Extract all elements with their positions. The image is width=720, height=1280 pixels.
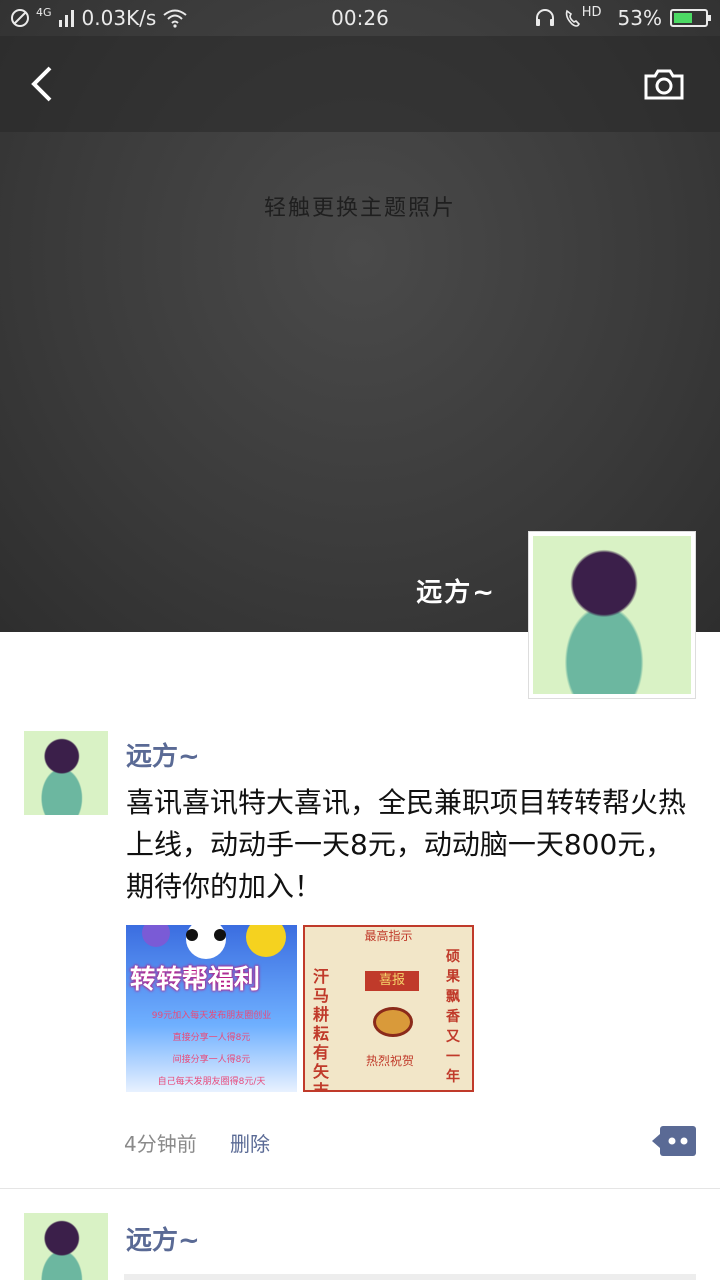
change-cover-hint: 轻触更换主题照片 (263, 196, 456, 221)
image-line: 自己每天发朋友圈得8元/天 (157, 1077, 266, 1087)
post-time: 4分钟前 (124, 1132, 197, 1156)
post-image[interactable]: 最高指示 汗马耕耘有矢志 硕果飘香又一年 喜报 热烈祝贺 (303, 925, 474, 1092)
image-line: 99元加入每天发布朋友圈创业 (151, 1011, 272, 1021)
battery-percent: 53% (617, 6, 662, 30)
post-images: 转转帮福利 99元加入每天发布朋友圈创业 直接分享一人得8元 间接分享一人得8元… (126, 925, 474, 1092)
camera-icon[interactable] (642, 66, 686, 102)
battery-level (674, 13, 693, 23)
post-content-placeholder (124, 1274, 696, 1280)
clock: 00:26 (331, 6, 389, 30)
image-title: 转转帮福利 (130, 965, 261, 995)
image-line: 间接分享一人得8元 (172, 1055, 251, 1065)
moments-page: 4G 0.03K/s 00:26 HD 53% 轻触更换主题照片 远方~ 远方~… (0, 0, 720, 1280)
avatar-image (533, 536, 691, 694)
post-user-name[interactable]: 远方~ (126, 736, 200, 773)
phone-icon (565, 9, 580, 27)
post-user-name[interactable]: 远方~ (126, 1220, 200, 1257)
hd-label: HD (581, 4, 602, 20)
image-lines: 99元加入每天发布朋友圈创业 直接分享一人得8元 间接分享一人得8元 自己每天发… (134, 1005, 289, 1092)
back-icon[interactable] (24, 62, 64, 106)
profile-avatar[interactable] (528, 531, 696, 699)
battery-icon (670, 9, 711, 27)
top-nav-bar (0, 36, 720, 132)
image-banner: 喜报 (365, 971, 419, 991)
image-footer: 热烈祝贺 (365, 1054, 414, 1068)
post-avatar[interactable] (24, 731, 108, 815)
post-image[interactable]: 转转帮福利 99元加入每天发布朋友圈创业 直接分享一人得8元 间接分享一人得8元… (126, 925, 297, 1092)
comment-more-icon[interactable] (652, 1126, 696, 1156)
image-line: 直接分享一人得8元 (172, 1033, 251, 1043)
post-divider (0, 1188, 720, 1189)
post-avatar[interactable] (24, 1213, 108, 1280)
cover-user-name: 远方~ (416, 578, 496, 608)
drum-icon (373, 1007, 413, 1037)
image-right-text: 硕果飘香又一年 (446, 949, 460, 1085)
post-text: 喜讯喜讯特大喜讯，全民兼职项目转转帮火热上线，动动手一天8元，动动脑一天800元… (126, 786, 687, 903)
status-bar: 4G 0.03K/s 00:26 HD 53% (0, 0, 720, 36)
image-left-text: 汗马耕耘有矢志 (313, 967, 330, 1092)
headset-icon (535, 9, 554, 26)
delete-link[interactable]: 删除 (230, 1128, 270, 1157)
